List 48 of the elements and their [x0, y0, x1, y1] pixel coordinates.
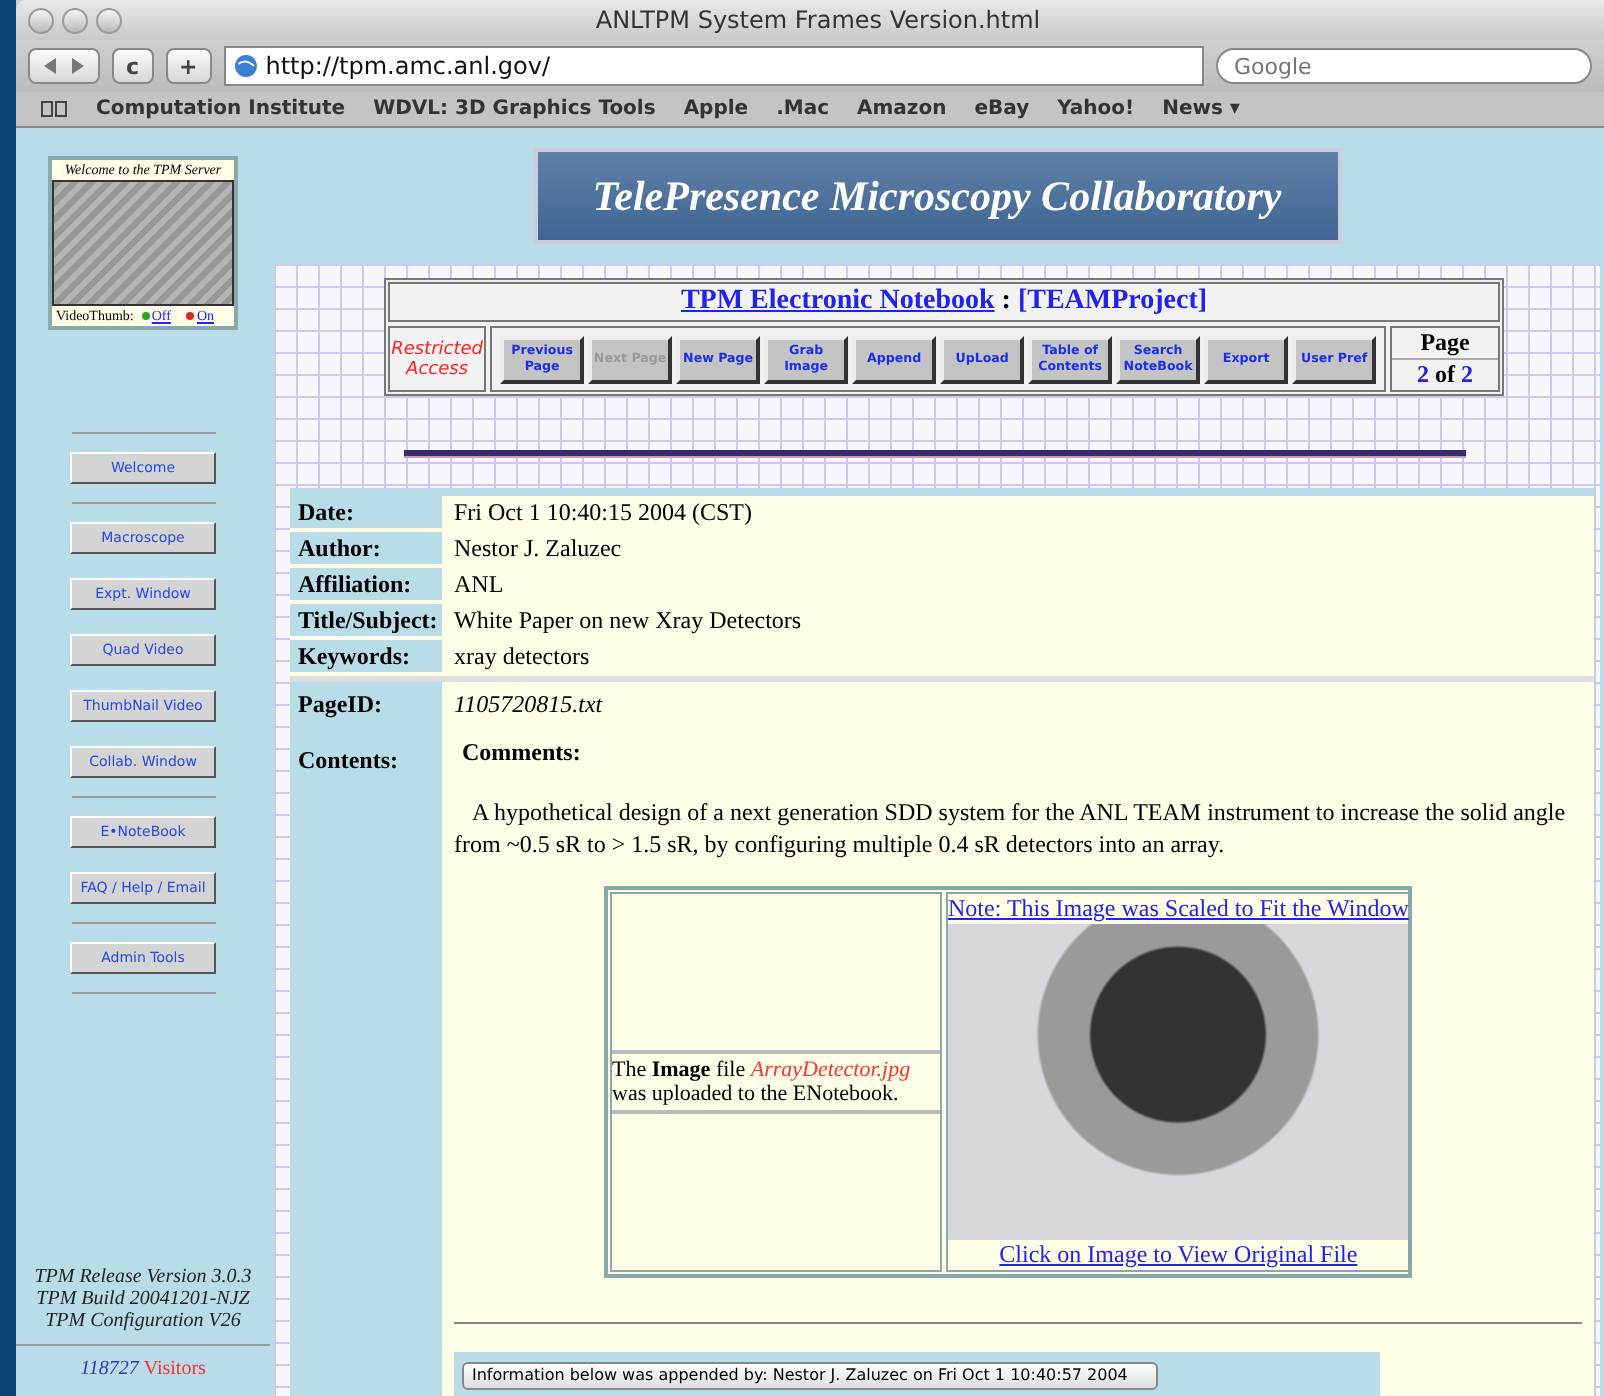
minimize-icon[interactable]: [62, 7, 88, 33]
bookmark-link[interactable]: Computation Institute: [96, 98, 346, 120]
address-field[interactable]: http://tpm.amc.anl.gov/: [223, 46, 1204, 86]
reload-button[interactable]: c: [112, 48, 154, 84]
project-link[interactable]: [TEAMProject]: [1017, 286, 1208, 316]
bookmark-link[interactable]: WDVL: 3D Graphics Tools: [373, 98, 656, 120]
field-label: Affiliation:: [290, 568, 442, 604]
zoom-icon[interactable]: [96, 7, 122, 33]
field-label: Title/Subject:: [290, 604, 442, 640]
access-label: Restricted Access: [388, 326, 487, 392]
page-count: 2 of 2: [1415, 360, 1476, 390]
field-label: Author:: [290, 532, 442, 568]
globe-icon: [233, 54, 258, 78]
image-note-link[interactable]: Note: This Image was Scaled to Fit the Window: [948, 894, 1409, 924]
window-title: ANLTPM System Frames Version.html: [593, 6, 1043, 34]
search-field[interactable]: Google: [1216, 48, 1592, 84]
banner-title: TelePresence Microscopy Collaboratory: [533, 148, 1341, 244]
upload-message: The Image file ArrayDetector.jpg was uploaded to the ENotebook.: [612, 1050, 940, 1114]
page-id-value: 1105720815.txt: [454, 690, 605, 720]
field-label: Keywords:: [290, 640, 442, 676]
bookmark-link[interactable]: eBay: [974, 98, 1030, 120]
field-value: Fri Oct 1 10:40:15 2004 (CST): [442, 496, 1594, 532]
book-icon: [40, 100, 68, 118]
comments-text: A hypothetical design of a next generation SDD system for the ANL TEAM instrument to increase the solid angle from ~0.5 sR to > 1.5 sR, by configuring multiple 0.4 sR detectors into an array.: [454, 796, 1568, 860]
comments-heading: Comments:: [462, 738, 583, 768]
field-value: White Paper on new Xray Detectors: [442, 604, 1594, 640]
back-forward-button[interactable]: [28, 48, 100, 84]
view-original-link[interactable]: Click on Image to View Original File: [948, 1240, 1409, 1270]
separator-text: :: [1001, 286, 1011, 316]
bookmark-link[interactable]: Apple: [683, 98, 749, 120]
version-info: TPM Release Version 3.0.3 TPM Build 20041201-NJZ TPM Configuration V26: [34, 1266, 252, 1336]
notebook-link[interactable]: TPM Electronic Notebook: [680, 286, 995, 316]
field-label: Contents:: [298, 746, 400, 776]
bookmark-link[interactable]: .Mac: [776, 98, 830, 120]
bookmark-link[interactable]: Amazon: [857, 98, 947, 120]
field-value: Nestor J. Zaluzec: [442, 532, 1594, 568]
append-info-dropdown[interactable]: Information below was appended by: Nestor J. Zaluzec on Fri Oct 1 10:40:57 2004: [462, 1361, 1158, 1389]
field-label: PageID:: [298, 690, 384, 720]
page-label: Page: [1392, 328, 1498, 360]
field-label: Date:: [290, 496, 442, 532]
field-value: ANL: [442, 568, 1594, 604]
url-text: http://tpm.amc.anl.gov/: [265, 52, 551, 80]
close-icon[interactable]: [28, 7, 54, 33]
bookmark-link[interactable]: News ▾: [1162, 98, 1240, 120]
photo-placeholder[interactable]: [948, 924, 1409, 1240]
bookmark-link[interactable]: Yahoo!: [1057, 98, 1135, 120]
arrows-icon: [42, 58, 86, 74]
add-bookmark-button[interactable]: +: [165, 48, 212, 84]
